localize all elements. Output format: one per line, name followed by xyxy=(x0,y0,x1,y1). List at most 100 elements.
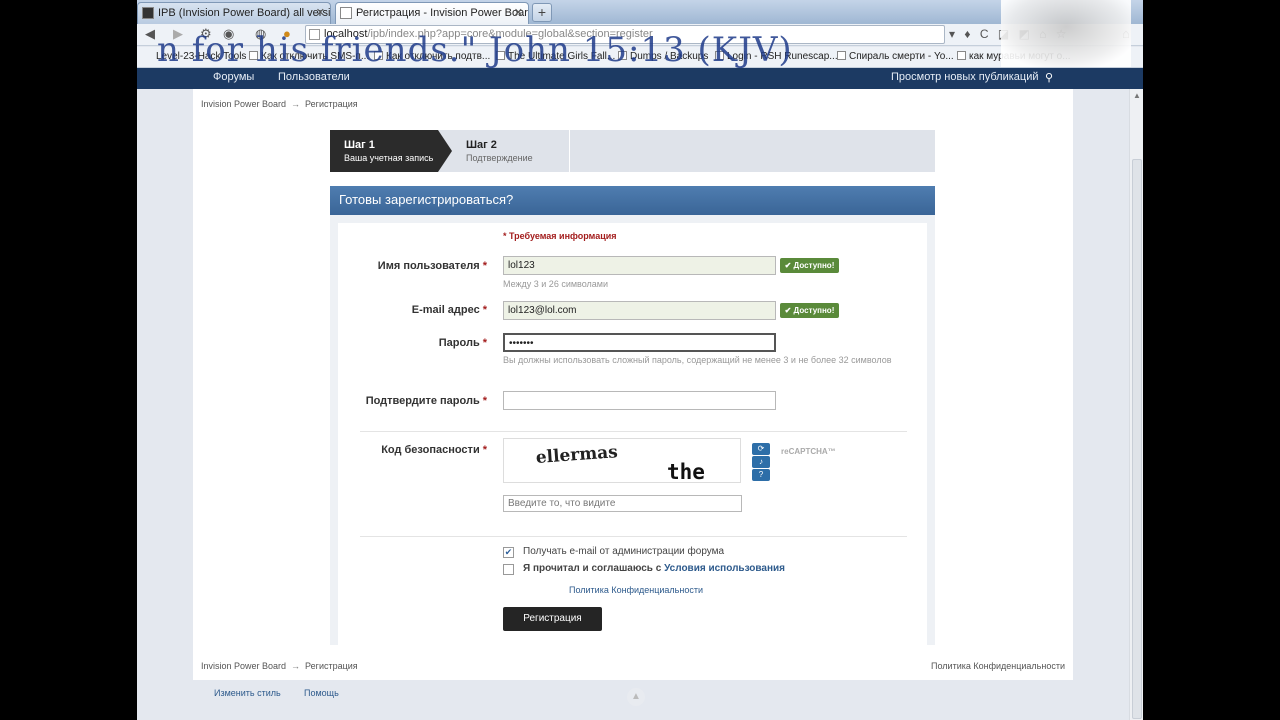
url-host: localhost xyxy=(324,28,368,40)
page-content: Invision Power Board → Регистрация Шаг 1 В… xyxy=(193,89,1073,680)
change-style-link[interactable]: Изменить стиль xyxy=(214,688,281,698)
tab-strip: IPB (Invision Power Board) all version..… xyxy=(137,0,1143,24)
email-available-badge: ✔ Доступно! xyxy=(780,303,839,318)
bookmark-icon xyxy=(837,51,846,60)
bookmark-item[interactable]: Login - RSH Runescap... xyxy=(715,47,838,67)
bookmark-item[interactable]: Level-23-Hack Tools xyxy=(156,47,246,67)
step-2: Шаг 2 Подтверждение xyxy=(452,130,570,172)
nav-forums[interactable]: Форумы xyxy=(213,68,254,86)
password-label: Пароль * xyxy=(438,337,487,349)
back-icon[interactable]: ◀ xyxy=(145,26,155,42)
terms-link[interactable]: Условия использования xyxy=(664,563,785,574)
register-button[interactable]: Регистрация xyxy=(503,607,602,631)
bookmark-item[interactable]: Как отключить подтв... xyxy=(374,47,490,67)
privacy-link[interactable]: Политика Конфиденциальности xyxy=(569,585,703,595)
help-link[interactable]: Помощь xyxy=(304,688,339,698)
captcha-controls: ⟳ ♪ ? xyxy=(752,443,771,482)
footer-privacy-link[interactable]: Политика Конфиденциальности xyxy=(931,661,1065,671)
tab-label: IPB (Invision Power Board) all version..… xyxy=(158,7,331,19)
required-note: * Требуемая информация xyxy=(503,231,617,241)
confirm-password-label: Подтвердите пароль * xyxy=(365,395,487,407)
scroll-up-icon[interactable]: ▲ xyxy=(1133,91,1141,100)
registration-panel: * Требуемая информация Имя пользователя *… xyxy=(330,215,935,645)
admin-email-checkbox[interactable]: ✔ xyxy=(503,547,514,558)
email-input[interactable]: lol123@lol.com xyxy=(503,301,776,320)
breadcrumb: Invision Power Board → Регистрация xyxy=(201,99,358,109)
globe-icon[interactable]: ◉ xyxy=(223,26,234,42)
recaptcha-logo: reCAPTCHA™ xyxy=(781,447,836,456)
close-icon[interactable]: ✕ xyxy=(316,3,325,23)
email-label: E-mail адрес * xyxy=(411,304,487,316)
divider xyxy=(360,431,907,432)
bookmark-item[interactable]: Dumps / Backups xyxy=(618,47,708,67)
breadcrumb-current: Регистрация xyxy=(305,661,358,671)
bookmark-item[interactable]: Как отключить SMS-п... xyxy=(249,47,369,67)
step-title: Шаг 1 xyxy=(344,139,375,151)
nav-new-posts[interactable]: Просмотр новых публикаций xyxy=(891,68,1039,86)
addon-icon[interactable]: ● xyxy=(283,26,291,41)
step-1: Шаг 1 Ваша учетная запись xyxy=(330,130,452,172)
scroll-top-icon[interactable]: ▲ xyxy=(627,688,645,706)
registration-steps: Шаг 1 Ваша учетная запись Шаг 2 Подтверж… xyxy=(330,130,935,172)
bookmark-icon xyxy=(618,51,627,60)
bookmarks-bar: Level-23-Hack Tools Как отключить SMS-п.… xyxy=(137,47,1143,68)
step-title: Шаг 2 xyxy=(466,139,497,151)
browser-tab-register[interactable]: Регистрация - Invision Power Board ✕ xyxy=(335,2,529,24)
scrollbar-thumb[interactable] xyxy=(1132,159,1142,719)
footer-breadcrumb: Invision Power Board → Регистрация xyxy=(201,661,358,671)
captcha-word-1: ellermas xyxy=(535,442,618,468)
username-available-badge: ✔ Доступно! xyxy=(780,258,839,273)
password-input[interactable]: ••••••• xyxy=(503,333,776,352)
confirm-password-input[interactable] xyxy=(503,391,776,410)
breadcrumb-home[interactable]: Invision Power Board xyxy=(201,661,286,671)
nav-users[interactable]: Пользователи xyxy=(278,68,350,86)
registration-form: * Требуемая информация Имя пользователя *… xyxy=(338,223,927,645)
address-bar[interactable]: localhost/ipb/index.php?app=core&module=… xyxy=(305,25,945,44)
captcha-svg: ellermas the xyxy=(535,442,705,484)
divider xyxy=(360,536,907,537)
captcha-input[interactable]: Введите то, что видите xyxy=(503,495,742,512)
palette-icon[interactable]: ◍ xyxy=(255,26,266,42)
username-hint: Между 3 и 26 символами xyxy=(503,279,608,289)
captcha-word-2: the xyxy=(667,460,705,482)
forward-icon[interactable]: ▶ xyxy=(173,26,183,42)
overlay-image xyxy=(1001,0,1131,67)
tools-icon[interactable]: ⚙ xyxy=(200,26,212,42)
location-pin-icon[interactable]: ⚲ xyxy=(1045,71,1053,84)
browser-window: IPB (Invision Power Board) all version..… xyxy=(137,0,1143,720)
bookmark-icon xyxy=(249,51,258,60)
audio-icon[interactable]: ♪ xyxy=(752,456,770,468)
username-input[interactable]: lol123 xyxy=(503,256,776,275)
tab-label: Регистрация - Invision Power Board xyxy=(356,7,529,19)
browser-toolbar: ◀ ▶ ⚙ ◉ ◍ ● localhost/ipb/index.php?app=… xyxy=(137,24,1143,46)
username-label: Имя пользователя * xyxy=(377,260,487,272)
breadcrumb-home[interactable]: Invision Power Board xyxy=(201,99,286,109)
new-tab-button[interactable]: + xyxy=(532,3,552,22)
page-scrollbar[interactable]: ▲ xyxy=(1129,89,1143,720)
step-subtitle: Ваша учетная запись xyxy=(344,153,434,163)
forum-nav: Форумы Пользователи Просмотр новых публи… xyxy=(137,68,1143,89)
terms-checkbox[interactable] xyxy=(503,564,514,575)
breadcrumb-arrow: → xyxy=(291,99,301,109)
bookmark-icon xyxy=(957,51,966,60)
refresh-icon[interactable]: ⟳ xyxy=(752,443,770,455)
bookmark-icon xyxy=(374,51,383,60)
bookmark-icon xyxy=(715,51,724,60)
url-path: /ipb/index.php?app=core&module=global&se… xyxy=(367,28,653,40)
page-icon xyxy=(309,29,320,40)
close-icon[interactable]: ✕ xyxy=(514,3,523,23)
page-icon xyxy=(340,7,352,19)
password-hint: Вы должны использовать сложный пароль, с… xyxy=(503,355,892,365)
captcha-image: ellermas the xyxy=(503,438,741,484)
panel-title: Готовы зарегистрироваться? xyxy=(330,186,935,215)
favicon-icon xyxy=(142,7,154,19)
browser-tab-ipb[interactable]: IPB (Invision Power Board) all version..… xyxy=(137,2,331,24)
bookmark-icon xyxy=(496,51,505,60)
breadcrumb-current: Регистрация xyxy=(305,99,358,109)
help-icon[interactable]: ? xyxy=(752,469,770,481)
bookmark-item[interactable]: The Ultimate Girls Fall... xyxy=(496,47,615,67)
step-subtitle: Подтверждение xyxy=(466,153,533,163)
bookmark-item[interactable]: Спираль смерти - Yo... xyxy=(837,47,954,67)
terms-label: Я прочитал и соглашаюсь с Условия исполь… xyxy=(523,563,786,574)
captcha-label: Код безопасности * xyxy=(381,444,487,456)
